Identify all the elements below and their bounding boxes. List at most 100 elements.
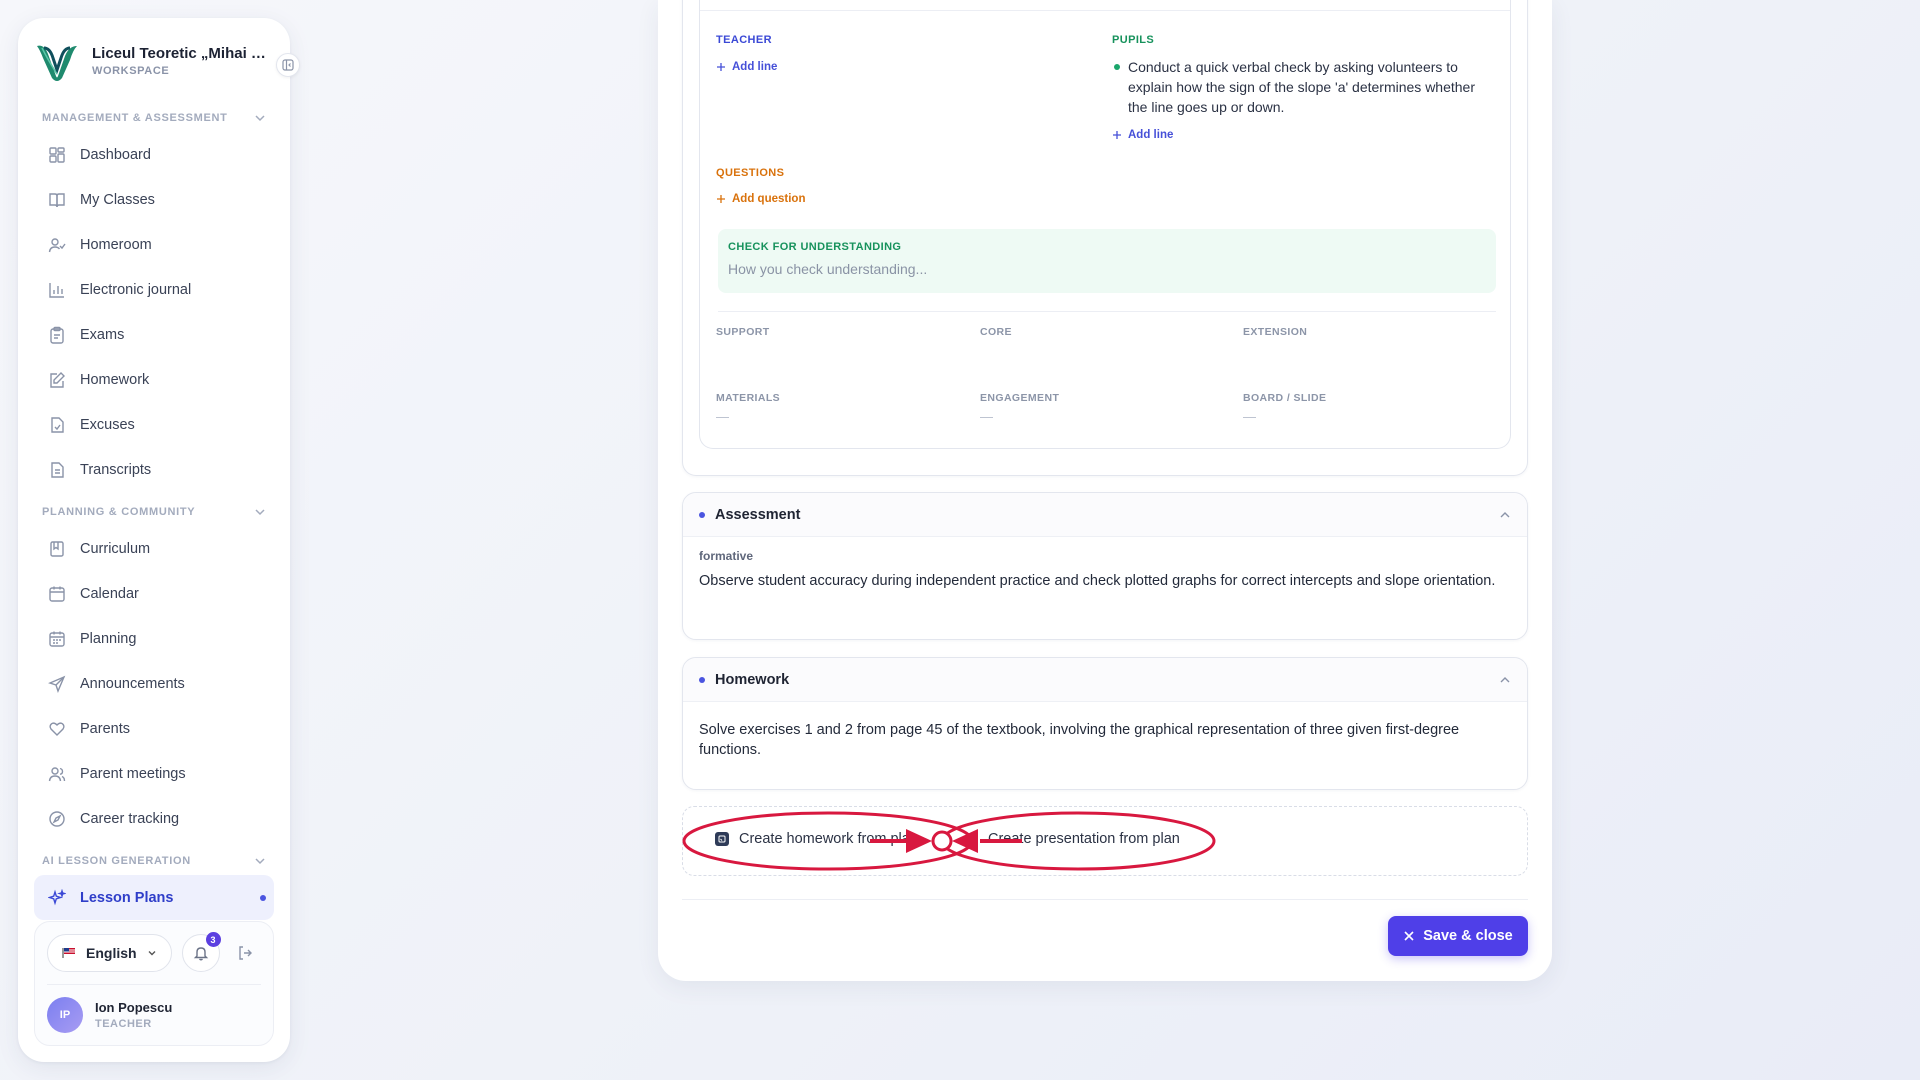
materials-label: MATERIALS — [716, 392, 781, 404]
section-management[interactable]: MANAGEMENT & ASSESSMENT — [34, 98, 274, 132]
language-label: English — [86, 945, 137, 961]
sidebar-item-announcements[interactable]: Announcements — [34, 661, 274, 706]
save-close-button[interactable]: Save & close — [1388, 916, 1528, 956]
sidebar-item-label: Lesson Plans — [80, 889, 174, 906]
assessment-type: formative — [699, 549, 754, 563]
sidebar-item-label: Homeroom — [80, 236, 152, 253]
save-close-label: Save & close — [1423, 928, 1513, 944]
sidebar: Liceul Teoretic „Mihai Eminescu” WORKSPA… — [18, 18, 290, 1062]
section-ai-lesson-generation[interactable]: AI LESSON GENERATION — [34, 841, 274, 875]
add-pupils-line-button[interactable]: Add line — [1112, 129, 1173, 141]
lesson-stage-panel: TEACHER Add line PUPILS Conduct a quick … — [682, 0, 1528, 476]
section-title: AI LESSON GENERATION — [42, 855, 191, 867]
sidebar-item-curriculum[interactable]: Curriculum — [34, 526, 274, 571]
add-line-label: Add line — [1128, 129, 1174, 141]
bar-chart-icon — [49, 282, 64, 298]
teacher-label: TEACHER — [716, 34, 772, 46]
school-name: Liceul Teoretic „Mihai Eminescu” — [92, 45, 272, 62]
user-check-icon — [48, 237, 66, 252]
sidebar-item-label: Excuses — [80, 416, 135, 433]
sidebar-item-homeroom[interactable]: Homeroom — [34, 222, 274, 267]
sidebar-item-exams[interactable]: Exams — [34, 312, 274, 357]
sidebar-item-label: Curriculum — [80, 540, 151, 557]
file-text-icon — [51, 461, 64, 478]
assessment-header[interactable]: Assessment — [683, 493, 1527, 537]
add-question-label: Add question — [732, 193, 806, 205]
sidebar-item-electronic-journal[interactable]: Electronic journal — [34, 267, 274, 312]
sidebar-item-parents[interactable]: Parents — [34, 706, 274, 751]
collapse-sidebar-button[interactable] — [276, 53, 300, 77]
user-name: Ion Popescu — [95, 1000, 173, 1015]
create-presentation-button[interactable]: Create presentation from plan — [988, 831, 1180, 847]
sidebar-item-career-tracking[interactable]: Career tracking — [34, 796, 274, 841]
bell-icon — [193, 947, 208, 961]
language-selector[interactable]: English — [47, 934, 172, 972]
plan-actions-box: Create homework from plan Create present… — [682, 806, 1528, 876]
add-question-button[interactable]: Add question — [716, 193, 805, 205]
engagement-value: — — [980, 409, 993, 424]
sidebar-item-calendar[interactable]: Calendar — [34, 571, 274, 616]
sidebar-item-transcripts[interactable]: Transcripts — [34, 447, 274, 492]
edit-icon — [50, 371, 65, 388]
assessment-section: Assessment formative Observe student acc… — [682, 492, 1528, 640]
board-slide-label: BOARD / SLIDE — [1243, 392, 1327, 404]
create-homework-button[interactable]: Create homework from plan — [715, 831, 918, 847]
logout-button[interactable] — [230, 938, 260, 968]
sidebar-item-label: Parent meetings — [80, 765, 186, 782]
cfu-input[interactable]: How you check understanding... — [728, 261, 927, 277]
brand[interactable]: Liceul Teoretic „Mihai Eminescu” WORKSPA… — [18, 18, 290, 98]
notifications-button[interactable]: 3 — [181, 932, 221, 972]
chevron-up-icon[interactable] — [1499, 509, 1511, 521]
homework-text[interactable]: Solve exercises 1 and 2 from page 45 of … — [699, 720, 1511, 760]
sidebar-footer: English 3 IP Ion Popescu TEACHER — [34, 921, 274, 1046]
section-planning[interactable]: PLANNING & COMMUNITY — [34, 492, 274, 526]
sidebar-item-label: Exams — [80, 326, 125, 343]
cfu-label: CHECK FOR UNDERSTANDING — [728, 241, 902, 253]
user-profile[interactable]: IP Ion Popescu TEACHER — [47, 985, 261, 1033]
pupils-label: PUPILS — [1112, 34, 1155, 46]
sidebar-item-label: Dashboard — [80, 146, 151, 163]
file-check-icon — [51, 416, 64, 433]
chevron-up-icon[interactable] — [1499, 674, 1511, 686]
school-logo-icon — [37, 45, 77, 81]
homework-title: Homework — [715, 671, 790, 688]
create-presentation-label: Create presentation from plan — [988, 831, 1180, 847]
sidebar-item-label: Planning — [80, 630, 137, 647]
add-teacher-line-button[interactable]: Add line — [716, 61, 777, 73]
plus-icon — [1113, 131, 1121, 139]
logout-icon — [238, 946, 252, 960]
homework-header[interactable]: Homework — [683, 658, 1527, 702]
user-role: TEACHER — [95, 1018, 152, 1030]
compass-icon — [49, 810, 65, 827]
sidebar-collapse-icon — [282, 59, 294, 71]
calendar-grid-icon — [49, 631, 65, 647]
heart-icon — [49, 721, 65, 736]
sidebar-item-parent-meetings[interactable]: Parent meetings — [34, 751, 274, 796]
check-for-understanding-box[interactable]: CHECK FOR UNDERSTANDING How you check un… — [718, 229, 1496, 293]
book-open-icon — [49, 192, 65, 207]
materials-value: — — [716, 409, 729, 424]
chevron-down-icon — [148, 951, 156, 956]
sidebar-item-lesson-plans[interactable]: Lesson Plans — [34, 875, 274, 920]
sidebar-item-planning[interactable]: Planning — [34, 616, 274, 661]
engagement-label: ENGAGEMENT — [980, 392, 1060, 404]
assessment-text[interactable]: Observe student accuracy during independ… — [699, 571, 1511, 591]
active-indicator — [260, 894, 266, 901]
flag-icon — [62, 948, 75, 958]
homework-section: Homework Solve exercises 1 and 2 from pa… — [682, 657, 1528, 790]
sidebar-item-my-classes[interactable]: My Classes — [34, 177, 274, 222]
section-dot — [699, 511, 705, 518]
sidebar-item-label: Parents — [80, 720, 130, 737]
plus-icon — [717, 195, 725, 203]
sidebar-item-label: Homework — [80, 371, 150, 388]
sidebar-item-excuses[interactable]: Excuses — [34, 402, 274, 447]
pupils-line[interactable]: Conduct a quick verbal check by asking v… — [1128, 57, 1488, 117]
sidebar-item-homework[interactable]: Homework — [34, 357, 274, 402]
sidebar-nav: MANAGEMENT & ASSESSMENT Dashboard My Cla… — [18, 98, 290, 921]
notification-count-badge: 3 — [205, 932, 221, 947]
sidebar-item-label: Calendar — [80, 585, 139, 602]
sidebar-item-dashboard[interactable]: Dashboard — [34, 132, 274, 177]
sparkles-icon — [48, 888, 66, 905]
calendar-icon — [49, 586, 65, 602]
chevron-down-icon — [255, 115, 265, 122]
